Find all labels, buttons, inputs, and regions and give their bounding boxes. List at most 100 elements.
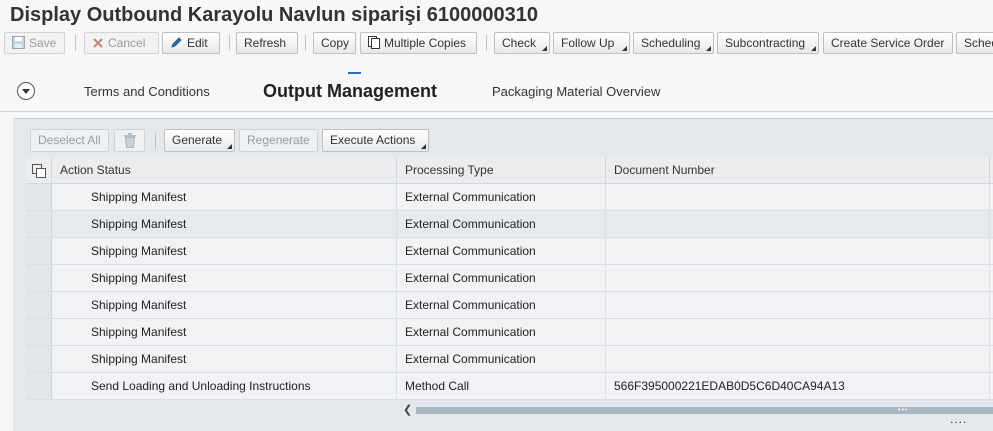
table-row[interactable]: Shipping Manifest External Communication bbox=[26, 184, 993, 211]
scroll-left-icon[interactable]: ❮ bbox=[403, 404, 412, 416]
action-status-cell: Shipping Manifest bbox=[52, 238, 397, 264]
create-service-order-label: Create Service Order bbox=[831, 36, 945, 50]
refresh-label: Refresh bbox=[244, 36, 287, 50]
processing-type-cell: External Communication bbox=[397, 238, 606, 264]
page-title: Display Outbound Karayolu Navlun sipariş… bbox=[10, 4, 538, 26]
toolbar-separator bbox=[305, 35, 306, 51]
check-label: Check bbox=[502, 36, 537, 50]
table-row[interactable]: Shipping Manifest External Communication bbox=[26, 319, 993, 346]
document-number-cell bbox=[606, 211, 990, 237]
toolbar-separator bbox=[229, 35, 230, 51]
action-status-cell: Shipping Manifest bbox=[52, 292, 397, 318]
main-toolbar: Save Cancel Edit Refresh Copy Multiple C… bbox=[4, 32, 993, 55]
document-number-cell: 566F395000221EDAB0D5C6D40CA94A13 bbox=[606, 373, 990, 399]
action-status-cell: Shipping Manifest bbox=[52, 319, 397, 345]
row-selector[interactable] bbox=[26, 292, 52, 318]
refresh-button[interactable]: Refresh bbox=[236, 32, 298, 54]
row-selector[interactable] bbox=[26, 265, 52, 291]
document-number-cell bbox=[606, 265, 990, 291]
cancel-label: Cancel bbox=[108, 36, 146, 50]
copy-icon bbox=[368, 36, 380, 50]
delete-button[interactable] bbox=[114, 129, 145, 152]
tab-packaging-material-overview[interactable]: Packaging Material Overview bbox=[492, 84, 660, 99]
edit-label: Edit bbox=[187, 36, 208, 50]
horizontal-scrollbar[interactable]: ❮ ••• bbox=[400, 404, 993, 416]
action-status-cell: Shipping Manifest bbox=[52, 265, 397, 291]
processing-type-cell: External Communication bbox=[397, 319, 606, 345]
processing-type-cell: Method Call bbox=[397, 373, 606, 399]
document-number-cell bbox=[606, 292, 990, 318]
create-service-order-button[interactable]: Create Service Order bbox=[823, 32, 953, 54]
scrollbar-grip-icon: ••• bbox=[898, 407, 909, 414]
table-row[interactable]: Send Loading and Unloading Instructions … bbox=[26, 373, 993, 400]
column-header-action-status[interactable]: Action Status bbox=[52, 157, 397, 184]
action-status-cell: Shipping Manifest bbox=[52, 184, 397, 210]
table-row[interactable]: Shipping Manifest External Communication bbox=[26, 346, 993, 373]
action-status-cell: Shipping Manifest bbox=[52, 346, 397, 372]
check-menu-button[interactable]: Check bbox=[494, 32, 550, 54]
processing-type-cell: External Communication bbox=[397, 346, 606, 372]
generate-menu-button[interactable]: Generate bbox=[164, 129, 235, 152]
edit-button[interactable]: Edit bbox=[162, 32, 220, 54]
save-label: Save bbox=[29, 36, 57, 50]
scheduling-label: Scheduling bbox=[641, 36, 701, 50]
scheduling-menu-button[interactable]: Scheduling bbox=[633, 32, 714, 54]
copy-label: Copy bbox=[321, 36, 350, 50]
deselect-all-button[interactable]: Deselect All bbox=[30, 129, 109, 152]
cancel-button[interactable]: Cancel bbox=[84, 32, 159, 54]
regenerate-button[interactable]: Regenerate bbox=[239, 129, 318, 152]
scheduling-overflow-button[interactable]: Sched bbox=[956, 32, 993, 54]
column-header-document-number[interactable]: Document Number bbox=[606, 157, 990, 184]
table-header-row: Action Status Processing Type Document N… bbox=[26, 157, 993, 184]
table-toolbar-separator bbox=[155, 133, 156, 149]
close-icon bbox=[93, 38, 103, 48]
execute-actions-menu-button[interactable]: Execute Actions bbox=[322, 129, 429, 152]
save-button[interactable]: Save bbox=[4, 32, 65, 54]
document-number-cell bbox=[606, 238, 990, 264]
multiple-copies-button[interactable]: Multiple Copies bbox=[360, 32, 477, 54]
column-header-processing-type[interactable]: Processing Type bbox=[397, 157, 606, 184]
trash-icon bbox=[124, 133, 136, 148]
table-toolbar: Deselect All Generate Regenerate Execute… bbox=[30, 129, 990, 153]
processing-type-cell: External Communication bbox=[397, 265, 606, 291]
row-selector[interactable] bbox=[26, 184, 52, 210]
multiple-copies-label: Multiple Copies bbox=[384, 36, 467, 50]
row-selector[interactable] bbox=[26, 346, 52, 372]
document-number-cell bbox=[606, 346, 990, 372]
table-row[interactable]: Shipping Manifest External Communication bbox=[26, 292, 993, 319]
processing-type-cell: External Communication bbox=[397, 292, 606, 318]
row-selector[interactable] bbox=[26, 373, 52, 399]
document-number-cell bbox=[606, 319, 990, 345]
pencil-icon bbox=[171, 37, 182, 48]
resize-handle[interactable]: .... bbox=[950, 412, 967, 426]
output-management-panel: Deselect All Generate Regenerate Execute… bbox=[13, 118, 993, 431]
output-actions-table: Action Status Processing Type Document N… bbox=[26, 157, 993, 400]
subcontracting-label: Subcontracting bbox=[725, 36, 806, 50]
row-selector[interactable] bbox=[26, 211, 52, 237]
action-status-cell: Send Loading and Unloading Instructions bbox=[52, 373, 397, 399]
tab-strip: Terms and Conditions Output Management P… bbox=[0, 68, 993, 112]
document-number-cell bbox=[606, 184, 990, 210]
table-row[interactable]: Shipping Manifest External Communication bbox=[26, 265, 993, 292]
active-tab-indicator bbox=[348, 72, 361, 74]
select-all-toggle[interactable] bbox=[26, 157, 52, 184]
tab-terms-and-conditions[interactable]: Terms and Conditions bbox=[84, 84, 210, 99]
follow-up-label: Follow Up bbox=[561, 36, 615, 50]
processing-type-cell: External Communication bbox=[397, 211, 606, 237]
row-selector[interactable] bbox=[26, 238, 52, 264]
save-icon bbox=[12, 36, 25, 50]
table-row[interactable]: Shipping Manifest External Communication bbox=[26, 238, 993, 265]
toolbar-separator bbox=[75, 35, 76, 51]
action-status-cell: Shipping Manifest bbox=[52, 211, 397, 237]
chevron-down-icon[interactable] bbox=[17, 82, 35, 100]
table-row[interactable]: Shipping Manifest External Communication bbox=[26, 211, 993, 238]
subcontracting-menu-button[interactable]: Subcontracting bbox=[717, 32, 819, 54]
processing-type-cell: External Communication bbox=[397, 184, 606, 210]
row-selector[interactable] bbox=[26, 319, 52, 345]
copy-button[interactable]: Copy bbox=[313, 32, 356, 54]
follow-up-menu-button[interactable]: Follow Up bbox=[553, 32, 630, 54]
toolbar-separator bbox=[486, 35, 487, 51]
select-all-icon bbox=[32, 164, 46, 178]
tab-output-management[interactable]: Output Management bbox=[263, 81, 437, 102]
scheduling-overflow-label: Sched bbox=[964, 36, 993, 50]
